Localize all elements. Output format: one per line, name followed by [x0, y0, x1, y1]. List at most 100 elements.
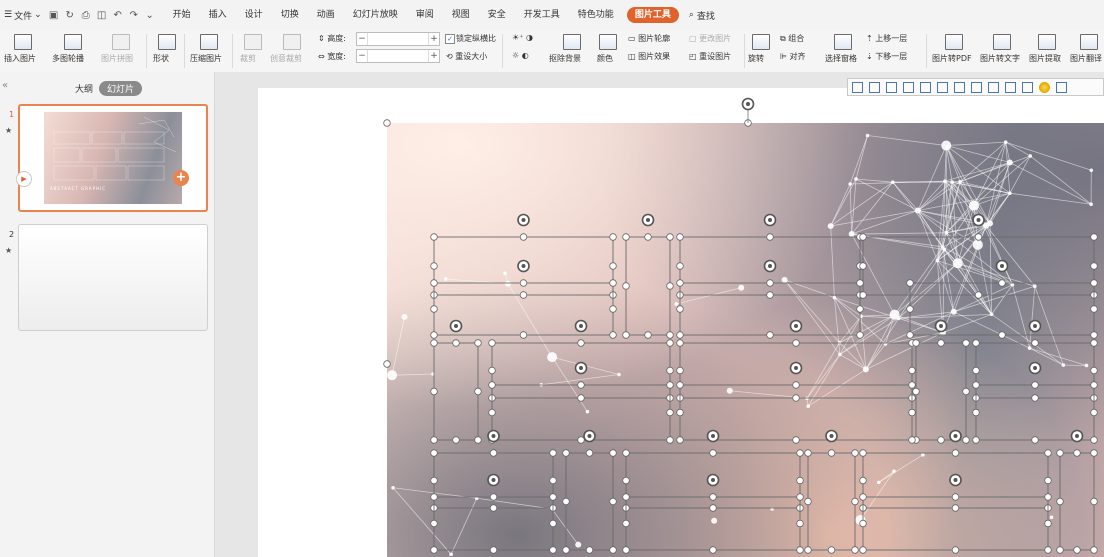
- add-slide-button[interactable]: +: [173, 170, 189, 186]
- crop-shape-icon[interactable]: [1005, 81, 1016, 93]
- multi-outline-button[interactable]: 多图轮播: [52, 53, 84, 64]
- group-button[interactable]: ⧉ 组合: [780, 33, 804, 44]
- play-from-slide-icon[interactable]: ▶: [16, 171, 32, 187]
- network-node: [504, 280, 511, 287]
- pic-to-pdf-icon[interactable]: [945, 34, 963, 50]
- send-backward-button[interactable]: ⇣ 下移一层: [866, 51, 907, 62]
- selection-pane-button[interactable]: 选择窗格: [825, 53, 857, 64]
- collapse-panel-icon[interactable]: «: [2, 80, 8, 91]
- align-top-icon[interactable]: [903, 81, 914, 93]
- pic-extract-icon[interactable]: [1038, 34, 1056, 50]
- width-input[interactable]: − +: [356, 49, 440, 63]
- tab-11[interactable]: 图片工具: [626, 7, 679, 23]
- tab-4[interactable]: 动画: [308, 0, 344, 30]
- tab-slides[interactable]: 幻灯片: [99, 81, 143, 96]
- same-size-icon[interactable]: [988, 81, 999, 93]
- tab-1[interactable]: 插入: [200, 0, 236, 30]
- lock-ratio-checkbox[interactable]: ✓: [445, 34, 455, 44]
- picture-outline-button[interactable]: ▭ 图片轮廓: [628, 33, 670, 44]
- network-node: [805, 396, 809, 401]
- rotate-button[interactable]: 旋转: [748, 53, 764, 64]
- reset-size-button[interactable]: ⟲ 重设大小: [446, 51, 487, 62]
- redo-icon[interactable]: ↷: [128, 9, 140, 21]
- width-increase[interactable]: +: [429, 51, 439, 61]
- width-field[interactable]: [367, 50, 429, 62]
- distribute-horizontal-icon[interactable]: [954, 81, 965, 93]
- reset-picture-button[interactable]: ◰ 重设图片: [689, 51, 731, 62]
- height-decrease[interactable]: −: [357, 34, 367, 44]
- tab-outline[interactable]: 大纲: [75, 82, 93, 95]
- change-picture-button: ▢ 更改图片: [689, 34, 732, 43]
- align-bottom-icon[interactable]: [937, 81, 948, 93]
- pic-translate-icon[interactable]: [1080, 34, 1098, 50]
- brightness-up-icon[interactable]: ☀⁺ ◑: [512, 33, 533, 42]
- align-button[interactable]: ⊫ 对齐: [780, 51, 806, 62]
- rotate-icon[interactable]: [752, 34, 770, 50]
- align-left-icon[interactable]: [852, 81, 863, 93]
- shape-icon[interactable]: [158, 34, 176, 50]
- pic-to-text-icon[interactable]: [993, 34, 1011, 50]
- tab-10[interactable]: 特色功能: [569, 0, 623, 30]
- tab-0[interactable]: 开始: [164, 0, 200, 30]
- insert-picture-icon[interactable]: [14, 34, 32, 50]
- pic-translate-button[interactable]: 图片翻译: [1070, 53, 1102, 64]
- selected-picture[interactable]: [387, 123, 1104, 557]
- selection-pane-icon[interactable]: [834, 34, 852, 50]
- pic-extract-button[interactable]: 图片提取: [1029, 53, 1061, 64]
- tab-2[interactable]: 设计: [236, 0, 272, 30]
- remove-background-button[interactable]: 抠除背景: [549, 53, 581, 64]
- customize-qa-icon[interactable]: ⌄: [144, 9, 156, 21]
- network-node: [539, 382, 544, 387]
- undo-history-icon[interactable]: ↻: [64, 9, 76, 21]
- print-preview-icon[interactable]: ◫: [96, 9, 108, 21]
- group-shapes-icon[interactable]: [1022, 81, 1033, 93]
- print-icon[interactable]: ⎙: [80, 9, 92, 21]
- tab-9[interactable]: 开发工具: [515, 0, 569, 30]
- align-right-icon[interactable]: [886, 81, 897, 93]
- floating-align-toolbar: [847, 78, 1104, 96]
- pic-to-text-button[interactable]: 图片转文字: [980, 53, 1020, 64]
- network-node: [401, 313, 408, 320]
- more-options-icon[interactable]: [1056, 81, 1067, 93]
- undo-icon[interactable]: ↶: [112, 9, 124, 21]
- file-menu-button[interactable]: ☰ 文件 ⌄: [4, 9, 42, 22]
- creative-crop-icon: [283, 34, 301, 50]
- animation-star-icon: ★: [5, 126, 13, 135]
- tab-6[interactable]: 审阅: [407, 0, 443, 30]
- color-button[interactable]: 颜色: [597, 53, 613, 64]
- bring-forward-button[interactable]: ⇡ 上移一层: [866, 33, 907, 44]
- insert-picture-button[interactable]: 插入图片: [4, 53, 36, 64]
- shape-button[interactable]: 形状: [153, 53, 169, 64]
- tab-3[interactable]: 切换: [272, 0, 308, 30]
- slide-thumbnail-1[interactable]: ABSTRACT GRAPHIC: [18, 104, 208, 212]
- height-input[interactable]: − +: [356, 32, 440, 46]
- network-node: [943, 179, 947, 183]
- align-middle-icon[interactable]: [920, 81, 931, 93]
- multi-outline-icon[interactable]: [64, 34, 82, 50]
- save-icon[interactable]: ▣: [48, 9, 60, 21]
- height-field[interactable]: [367, 33, 429, 45]
- align-center-icon[interactable]: [869, 81, 880, 93]
- distribute-vertical-icon[interactable]: [971, 81, 982, 93]
- tab-7[interactable]: 视图: [443, 0, 479, 30]
- remove-background-icon[interactable]: [563, 34, 581, 50]
- compress-icon[interactable]: [200, 34, 218, 50]
- network-node: [1027, 346, 1032, 350]
- contrast-icon[interactable]: ☼ ◐: [512, 51, 529, 60]
- ribbon-separator: [184, 34, 185, 68]
- tab-5[interactable]: 幻灯片放映: [344, 0, 407, 30]
- height-label: ⇕ 高度:: [318, 34, 346, 43]
- width-decrease[interactable]: −: [357, 51, 367, 61]
- lightbulb-icon[interactable]: [1039, 81, 1050, 93]
- search-button[interactable]: ⌕ 查找: [689, 9, 715, 22]
- ribbon-separator: [502, 34, 503, 68]
- color-icon[interactable]: [599, 34, 617, 50]
- slide-thumbnail-2[interactable]: [18, 224, 208, 331]
- picture-effect-button[interactable]: ◫ 图片效果: [628, 51, 670, 62]
- compress-picture-button[interactable]: 压缩图片: [190, 53, 222, 64]
- network-node: [832, 295, 837, 300]
- pic-to-pdf-button[interactable]: 图片转PDF: [932, 53, 972, 64]
- height-increase[interactable]: +: [429, 34, 439, 44]
- network-node: [865, 133, 870, 138]
- tab-8[interactable]: 安全: [479, 0, 515, 30]
